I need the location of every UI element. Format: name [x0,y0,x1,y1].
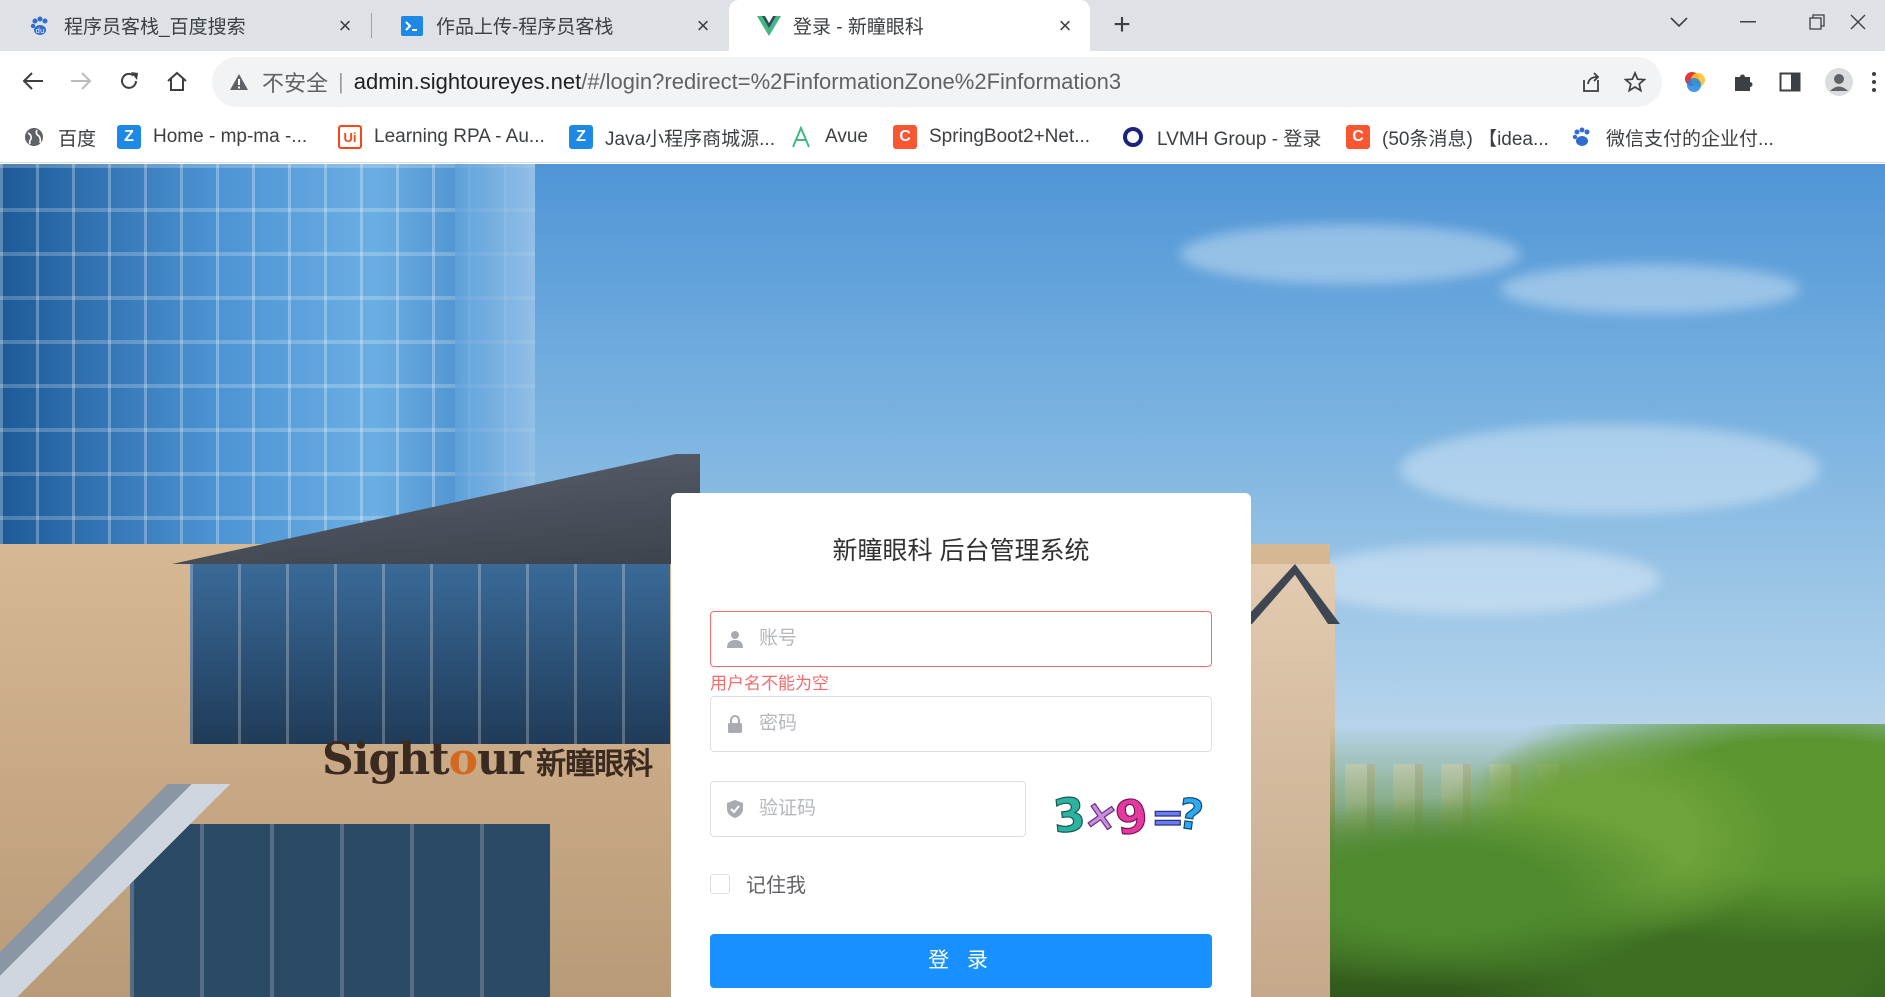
remember-me-label: 记住我 [746,875,806,897]
vue-logo-icon [757,14,781,38]
bookmarks-bar: 百度 Z Home - mp-ma -... Ui Learning RPA -… [0,111,1885,163]
login-button[interactable]: 登 录 [710,934,1212,988]
tab-baidu-search[interactable]: du 程序员客栈_百度搜索 × [0,0,370,51]
tab-login-active[interactable]: 登录 - 新瞳眼科 × [729,0,1090,51]
username-error-message: 用户名不能为空 [710,674,829,693]
bookmark-csdn-idea[interactable]: C (50条消息) 【idea... [1346,122,1549,152]
bookmark-star-icon[interactable] [1618,65,1652,99]
z-logo-icon: Z [569,125,593,149]
background-trees [1330,724,1885,997]
bookmark-label: 百度 [58,128,97,150]
background-cloud [1300,544,1660,614]
login-card: 新瞳眼科 后台管理系统 用户名不能为空 3 × 9 = ? [671,493,1251,997]
bookmark-label: LVMH Group - 登录 [1157,128,1322,150]
bookmark-label: Java小程序商城源... [605,128,775,150]
bookmark-wechat-pay[interactable]: 微信支付的企业付... [1570,122,1774,152]
sign-text-prefix: Sight [322,734,450,785]
captcha-input[interactable] [759,782,1025,836]
lvmh-ring-icon [1121,125,1145,149]
user-icon [711,630,759,648]
bookmark-label: SpringBoot2+Net... [929,126,1091,147]
new-tab-button[interactable]: + [1105,9,1139,43]
baidu-paw-icon [1570,125,1594,149]
forward-button[interactable] [62,62,100,100]
tab-title: 程序员客栈_百度搜索 [64,17,246,38]
login-page-background: Sightour新瞳眼科 新瞳眼科 后台管理系统 用户名不能为空 3 × 9 [0,164,1885,997]
sign-text-suffix: ur [476,734,531,785]
bookmark-baidu[interactable]: 百度 [22,122,96,152]
sign-text-cn: 新瞳眼科 [536,747,653,782]
url-host: admin.sightoureyes.net [353,69,582,94]
url-path: /#/login?redirect=%2FinformationZone%2Fi… [581,69,1122,94]
background-glass-facade [190,564,670,744]
address-separator: | [338,69,344,94]
password-field [710,696,1212,752]
bookmark-java-mall[interactable]: Z Java小程序商城源... [569,122,775,152]
bookmark-label: (50条消息) 【idea... [1382,128,1549,150]
extensions-puzzle-icon[interactable] [1724,63,1762,101]
svg-text:du: du [36,27,45,35]
tab-title: 登录 - 新瞳眼科 [793,17,924,38]
captcha-char: 9 [1112,788,1151,845]
home-button[interactable] [158,62,196,100]
close-icon[interactable]: × [1054,14,1076,37]
csdn-icon: C [1346,125,1370,149]
background-gable-wall [1245,564,1335,997]
menu-kebab-icon[interactable] [1862,63,1885,101]
captcha-image[interactable]: 3 × 9 = ? [1051,783,1212,845]
username-field [710,611,1212,667]
tab-upload-work[interactable]: 作品上传-程序员客栈 × [372,0,728,51]
bookmark-label: Avue [825,126,868,147]
back-button[interactable] [14,62,52,100]
bookmark-springboot[interactable]: C SpringBoot2+Net... [893,122,1090,152]
background-cloud [1180,224,1520,284]
lock-icon [711,715,759,733]
remember-me-checkbox[interactable] [710,873,730,894]
close-icon[interactable]: × [334,14,356,37]
minimize-button[interactable] [1716,0,1780,44]
globe-icon [22,125,46,149]
login-title: 新瞳眼科 后台管理系统 [832,537,1090,565]
password-input[interactable] [759,697,1211,751]
profile-avatar-icon[interactable] [1820,63,1858,101]
sightour-building-sign: Sightour 新瞳眼科 [322,734,653,785]
z-logo-icon: Z [117,125,141,149]
security-label[interactable]: 不安全 [262,66,328,98]
bookmark-avue[interactable]: Avue [789,122,868,152]
uipath-icon: Ui [338,125,362,149]
extension-color-icon[interactable] [1676,63,1714,101]
warning-triangle-icon[interactable] [226,69,252,95]
background-cloud [1400,424,1820,514]
tab-strip: du 程序员客栈_百度搜索 × 作品上传-程序员客栈 × 登录 - 新瞳眼科 ×… [0,0,1885,51]
bookmark-lvmh[interactable]: LVMH Group - 登录 [1121,122,1321,152]
shield-check-icon [711,799,759,819]
close-icon[interactable]: × [692,14,714,37]
share-icon[interactable] [1574,65,1608,99]
bookmark-label: 微信支付的企业付... [1606,128,1774,150]
remember-me[interactable]: 记住我 [710,869,806,898]
close-window-button[interactable] [1850,0,1885,44]
bookmark-label: Home - mp-ma -... [153,126,308,147]
tab-search-chevron-icon[interactable] [1647,0,1711,44]
address-bar[interactable]: 不安全 | admin.sightoureyes.net/#/login?red… [212,57,1662,107]
bookmark-learning-rpa[interactable]: Ui Learning RPA - Au... [338,122,545,152]
background-escalator [0,784,260,997]
username-input[interactable] [759,612,1211,666]
captcha-field [710,781,1026,837]
side-panel-icon[interactable] [1771,63,1809,101]
avue-icon [789,125,813,149]
terminal-icon [400,14,424,38]
bookmark-home-mp[interactable]: Z Home - mp-ma -... [117,122,307,152]
baidu-paw-icon: du [28,14,52,38]
background-cloud [1500,264,1800,314]
bookmark-label: Learning RPA - Au... [374,126,545,147]
reload-button[interactable] [110,62,148,100]
sign-text-o: o [448,734,478,785]
csdn-icon: C [893,125,917,149]
tab-title: 作品上传-程序员客栈 [436,17,614,38]
restore-button[interactable] [1785,0,1849,44]
